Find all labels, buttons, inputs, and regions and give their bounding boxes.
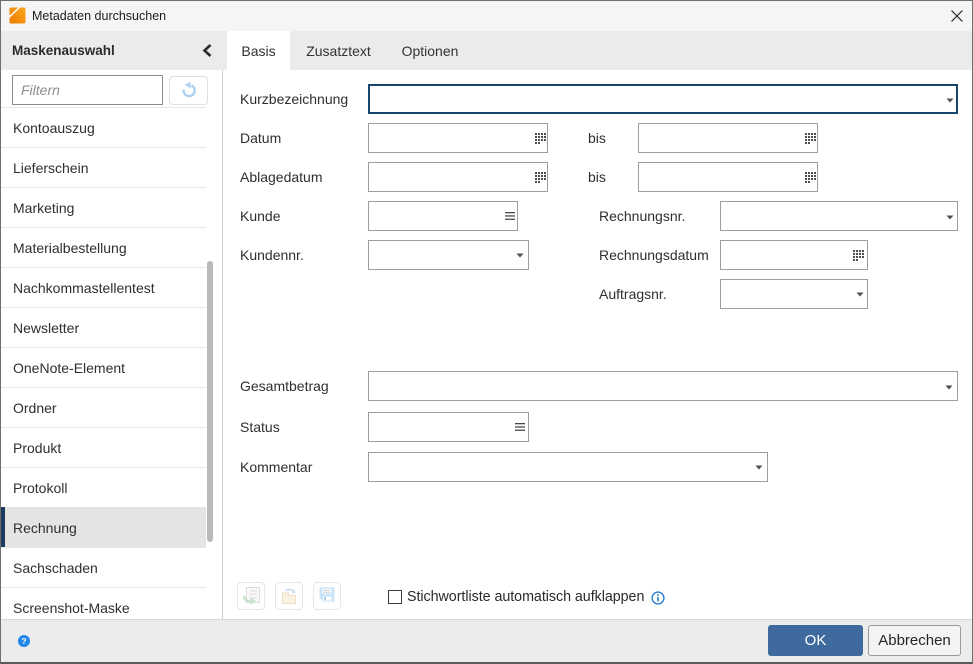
svg-text:?: ?	[21, 636, 26, 646]
